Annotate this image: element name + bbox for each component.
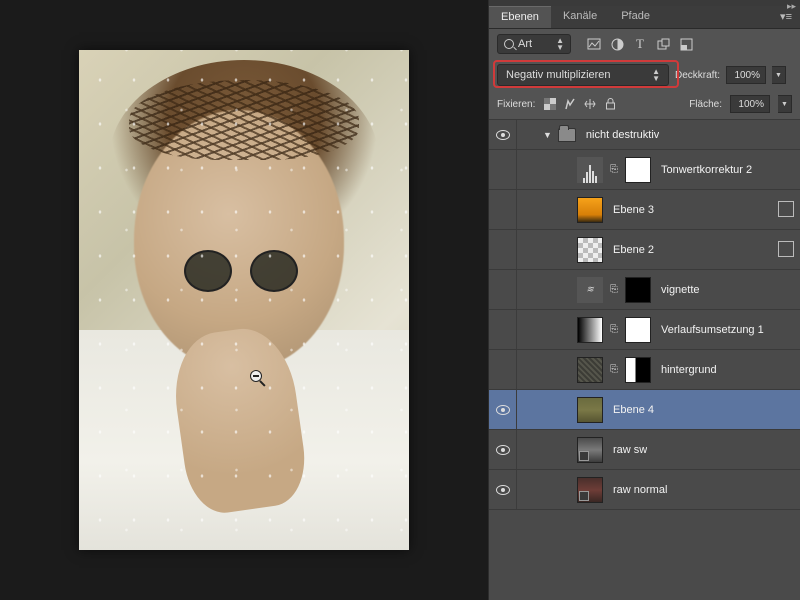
layer-row[interactable]: ⎘ hintergrund — [489, 350, 800, 390]
layer-row[interactable]: raw normal — [489, 470, 800, 510]
visibility-toggle[interactable] — [496, 445, 510, 455]
opacity-flyout[interactable]: ▼ — [772, 66, 786, 84]
panel-collapse-icon[interactable]: ▸▸ — [787, 1, 796, 12]
layer-list: ▼ nicht destruktiv ⎘ Tonwertkorrektur 2 … — [489, 120, 800, 600]
layer-thumb — [577, 197, 603, 223]
filter-type-icon[interactable]: T — [633, 37, 647, 51]
visibility-toggle[interactable] — [496, 485, 510, 495]
layer-thumb — [577, 237, 603, 263]
layer-name[interactable]: Verlaufsumsetzung 1 — [661, 324, 764, 336]
layer-name[interactable]: Tonwertkorrektur 2 — [661, 164, 752, 176]
lock-pixels-icon[interactable] — [563, 97, 577, 111]
adjustment-thumb-levels — [577, 157, 603, 183]
fill-input[interactable]: 100% — [730, 95, 770, 113]
visibility-toggle[interactable] — [489, 270, 517, 309]
layer-row[interactable]: ≋ ⎘ vignette — [489, 270, 800, 310]
layer-filter-kind[interactable]: Art ▲▼ — [497, 34, 571, 54]
layer-name[interactable]: Ebene 2 — [613, 244, 654, 256]
visibility-toggle[interactable] — [489, 150, 517, 189]
visibility-toggle[interactable] — [489, 350, 517, 389]
layer-row[interactable]: ⎘ Verlaufsumsetzung 1 — [489, 310, 800, 350]
link-icon[interactable]: ⎘ — [609, 324, 619, 335]
lock-all-icon[interactable] — [603, 97, 617, 111]
layer-name[interactable]: Ebene 4 — [613, 404, 654, 416]
layer-name[interactable]: raw normal — [613, 484, 667, 496]
tab-channels[interactable]: Kanäle — [551, 6, 609, 28]
layers-panel: ▸▸ Ebenen Kanäle Pfade ▾≡ Art ▲▼ T Negat… — [488, 0, 800, 600]
lock-label: Fixieren: — [497, 99, 535, 110]
visibility-toggle[interactable] — [496, 130, 510, 140]
document-canvas[interactable] — [79, 50, 409, 550]
tab-layers[interactable]: Ebenen — [489, 6, 551, 28]
filter-smartobj-icon[interactable] — [679, 37, 693, 51]
filter-pixel-icon[interactable] — [587, 37, 601, 51]
opacity-label: Deckkraft: — [675, 70, 720, 81]
adjustment-thumb-gradmap — [577, 317, 603, 343]
visibility-toggle[interactable] — [489, 310, 517, 349]
layer-thumb — [577, 397, 603, 423]
layer-filter-kind-label: Art — [518, 38, 532, 50]
folder-icon — [558, 128, 576, 142]
layer-copy-icon[interactable] — [780, 243, 794, 257]
link-icon[interactable]: ⎘ — [609, 284, 619, 295]
fill-label: Fläche: — [689, 99, 722, 110]
layer-name[interactable]: hintergrund — [661, 364, 717, 376]
layer-group[interactable]: ▼ nicht destruktiv — [489, 120, 800, 150]
visibility-toggle[interactable] — [496, 405, 510, 415]
fill-flyout[interactable]: ▼ — [778, 95, 792, 113]
zoom-out-cursor — [250, 370, 266, 386]
lock-transparent-icon[interactable] — [543, 97, 557, 111]
layer-row[interactable]: Ebene 2 — [489, 230, 800, 270]
layer-row-selected[interactable]: Ebene 4 — [489, 390, 800, 430]
layer-copy-icon[interactable] — [780, 203, 794, 217]
layer-mask-thumb[interactable] — [625, 277, 651, 303]
layer-mask-thumb[interactable] — [625, 157, 651, 183]
layer-name[interactable]: Ebene 3 — [613, 204, 654, 216]
layer-mask-thumb[interactable] — [625, 357, 651, 383]
layer-row[interactable]: ⎘ Tonwertkorrektur 2 — [489, 150, 800, 190]
panel-tabs: Ebenen Kanäle Pfade ▾≡ — [489, 6, 800, 29]
adjustment-thumb: ≋ — [577, 277, 603, 303]
smartobject-thumb — [577, 477, 603, 503]
lock-position-icon[interactable] — [583, 97, 597, 111]
tab-paths[interactable]: Pfade — [609, 6, 662, 28]
layer-mask-thumb[interactable] — [625, 317, 651, 343]
layer-thumb — [577, 357, 603, 383]
filter-adjust-icon[interactable] — [610, 37, 624, 51]
visibility-toggle[interactable] — [489, 230, 517, 269]
link-icon[interactable]: ⎘ — [609, 364, 619, 375]
blend-mode-select[interactable]: Negativ multiplizieren ▲▼ — [497, 64, 669, 86]
blend-mode-value: Negativ multiplizieren — [506, 69, 611, 81]
layer-row[interactable]: raw sw — [489, 430, 800, 470]
layer-row[interactable]: Ebene 3 — [489, 190, 800, 230]
group-disclosure-icon[interactable]: ▼ — [543, 130, 552, 140]
opacity-input[interactable]: 100% — [726, 66, 766, 84]
group-name[interactable]: nicht destruktiv — [586, 129, 659, 141]
visibility-toggle[interactable] — [489, 190, 517, 229]
smartobject-thumb — [577, 437, 603, 463]
search-icon — [504, 39, 514, 49]
link-icon[interactable]: ⎘ — [609, 164, 619, 175]
filter-shape-icon[interactable] — [656, 37, 670, 51]
layer-name[interactable]: vignette — [661, 284, 700, 296]
canvas-area — [0, 0, 488, 600]
layer-name[interactable]: raw sw — [613, 444, 647, 456]
